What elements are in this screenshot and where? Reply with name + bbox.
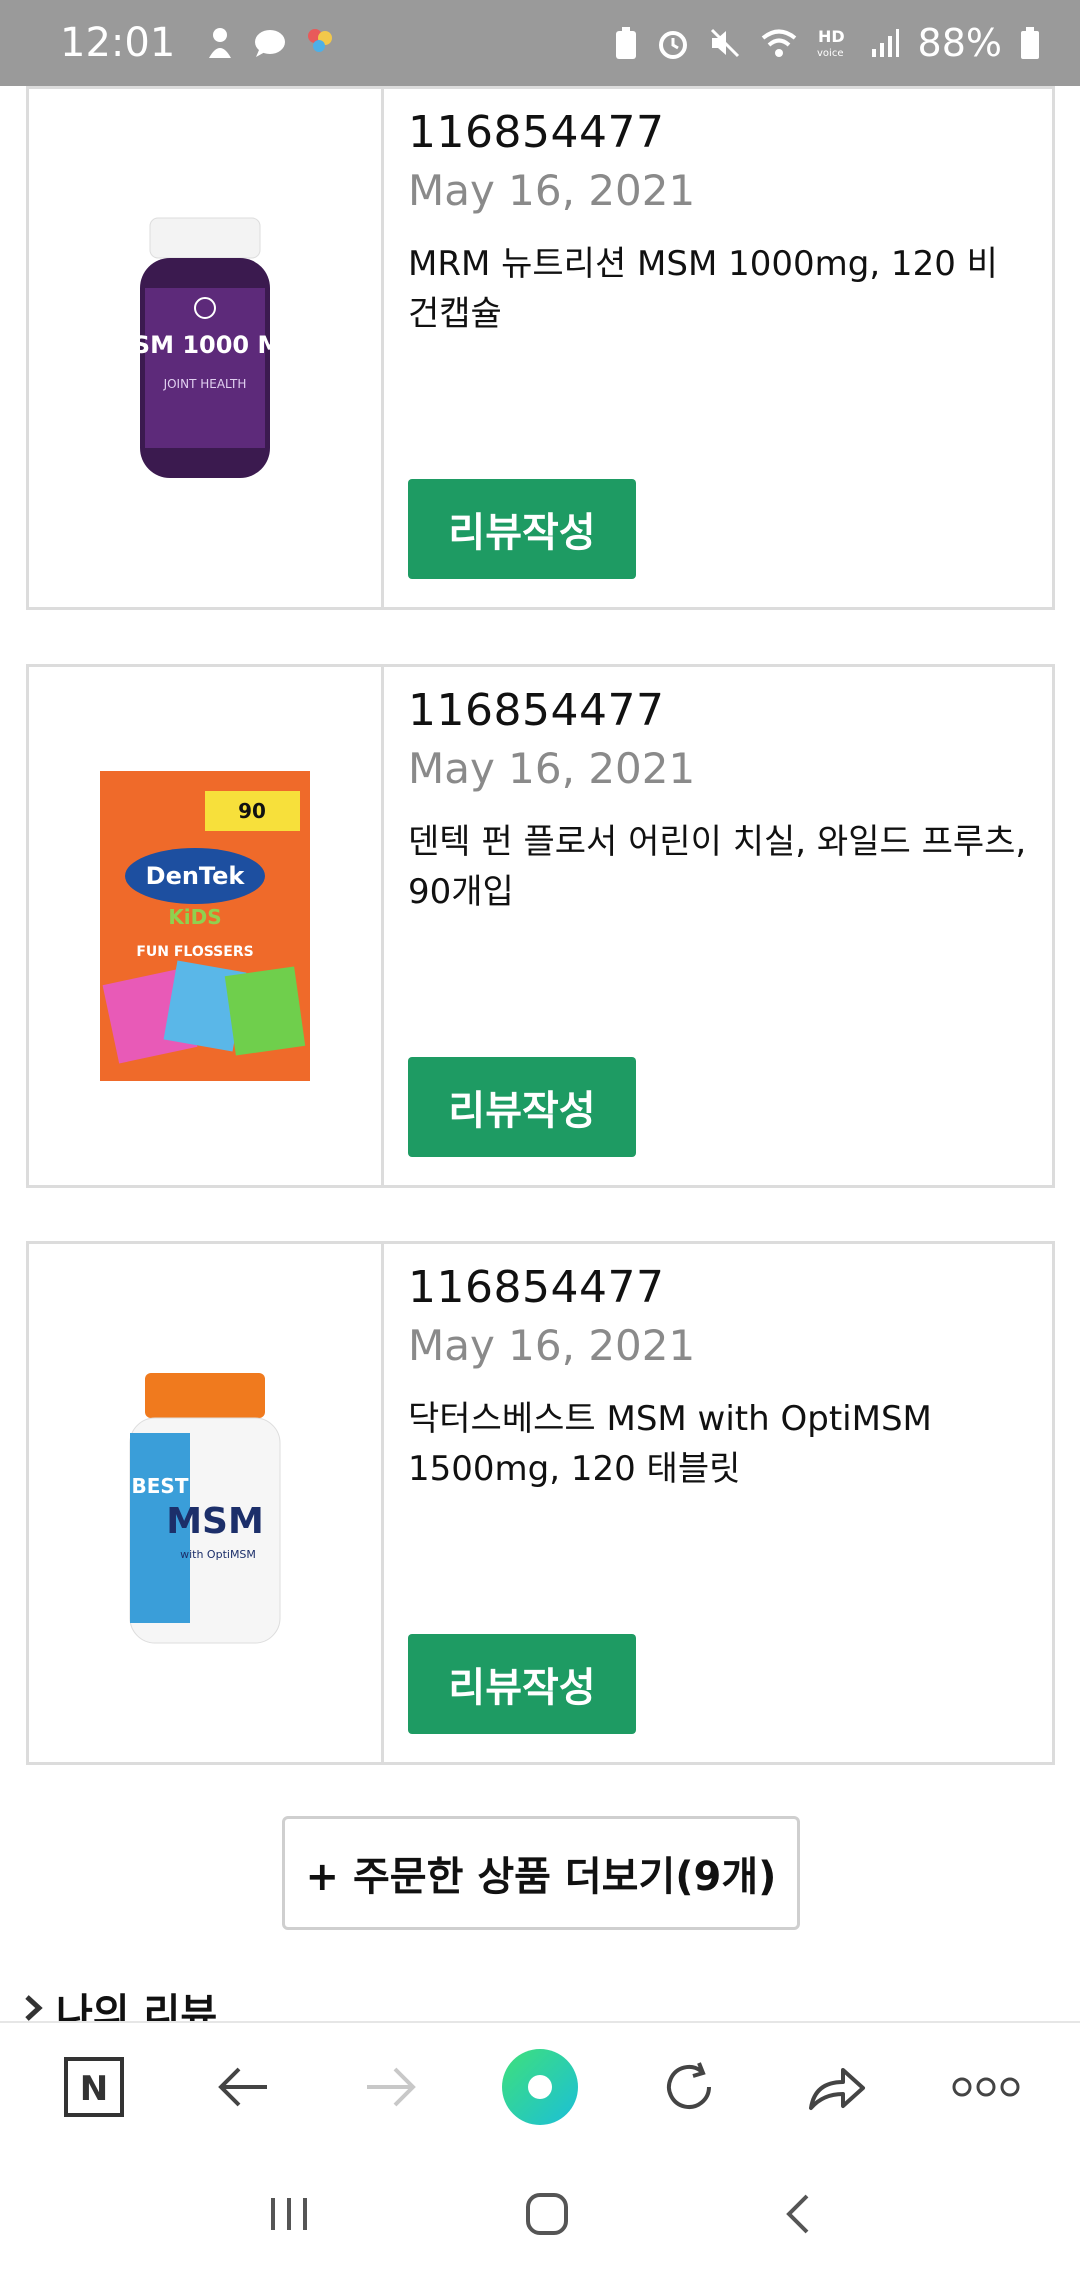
section-title: 나의 리뷰 (56, 1991, 218, 2021)
naver-n-icon[interactable]: N (49, 2042, 139, 2132)
order-card: MSM 1000 MG JOINT HEALTH 116854477 May 1… (26, 86, 1055, 610)
order-date: May 16, 2021 (408, 166, 696, 215)
svg-text:BEST: BEST (132, 1474, 189, 1498)
write-review-button[interactable]: 리뷰작성 (408, 1057, 636, 1157)
product-thumbnail[interactable]: MSM 1000 MG JOINT HEALTH (29, 89, 384, 607)
my-reviews-section[interactable]: 나의 리뷰 (22, 1981, 217, 2021)
recent-apps-icon[interactable] (267, 2194, 311, 2238)
share-icon[interactable] (792, 2042, 882, 2132)
wifi-icon (760, 27, 798, 59)
product-thumbnail[interactable]: 90 DenTek KiDS FUN FLOSSERS (29, 667, 384, 1185)
status-bar: 12:01 HD voice 88% (0, 0, 1080, 86)
chevron-right-icon (22, 1987, 44, 2021)
write-review-button[interactable]: 리뷰작성 (408, 1634, 636, 1734)
forward-arrow-icon[interactable] (346, 2042, 436, 2132)
svg-text:KiDS: KiDS (168, 905, 221, 929)
status-time: 12:01 (60, 20, 176, 66)
svg-text:MSM 1000 MG: MSM 1000 MG (109, 331, 301, 359)
signal-icon (870, 27, 900, 59)
order-number: 116854477 (408, 107, 665, 158)
home-icon[interactable] (524, 2191, 570, 2241)
svg-text:N: N (80, 2069, 108, 2109)
product-name[interactable]: 덴텍 펀 플로서 어린이 치실, 와일드 프루츠, 90개입 (408, 817, 1028, 917)
svg-text:HD: HD (818, 27, 845, 46)
svg-text:with OptiMSM: with OptiMSM (180, 1548, 256, 1561)
svg-text:voice: voice (817, 48, 843, 59)
order-card: 90 DenTek KiDS FUN FLOSSERS 116854477 Ma… (26, 664, 1055, 1188)
more-dots-icon[interactable] (941, 2042, 1031, 2132)
green-dot-icon[interactable] (495, 2042, 585, 2132)
svg-text:MSM: MSM (166, 1501, 264, 1542)
order-card: BEST MSM with OptiMSM 116854477 May 16, … (26, 1241, 1055, 1765)
doctors-best-bottle-image: BEST MSM with OptiMSM (129, 1373, 281, 1644)
svg-text:FUN FLOSSERS: FUN FLOSSERS (136, 944, 253, 960)
alarm-icon (656, 26, 690, 60)
more-orders-button[interactable]: + 주문한 상품 더보기(9개) (282, 1816, 800, 1930)
hd-voice-icon: HD voice (816, 26, 852, 60)
svg-text:DenTek: DenTek (146, 862, 246, 890)
system-nav-bar (0, 2151, 1080, 2280)
mute-icon (708, 26, 742, 60)
order-date: May 16, 2021 (408, 1321, 696, 1370)
back-arrow-icon[interactable] (198, 2042, 288, 2132)
product-thumbnail[interactable]: BEST MSM with OptiMSM (29, 1244, 384, 1762)
browser-toolbar: N (0, 2021, 1080, 2151)
product-name[interactable]: MRM 뉴트리션 MSM 1000mg, 120 비건캡슐 (408, 239, 1028, 339)
svg-text:90: 90 (238, 799, 266, 823)
balloon-icon (305, 26, 335, 60)
battery-saver-icon (614, 26, 638, 60)
order-number: 116854477 (408, 685, 665, 736)
order-date: May 16, 2021 (408, 744, 696, 793)
write-review-button[interactable]: 리뷰작성 (408, 479, 636, 579)
product-name[interactable]: 닥터스베스트 MSM with OptiMSM 1500mg, 120 태블릿 (408, 1394, 1028, 1494)
order-list: MSM 1000 MG JOINT HEALTH 116854477 May 1… (0, 86, 1080, 2021)
dentek-package-image: 90 DenTek KiDS FUN FLOSSERS (100, 771, 310, 1081)
refresh-icon[interactable] (644, 2042, 734, 2132)
baby-icon (205, 26, 235, 60)
battery-icon (1020, 26, 1040, 60)
battery-percent: 88% (917, 21, 1002, 65)
msm-bottle-image: MSM 1000 MG JOINT HEALTH (109, 217, 301, 478)
order-number: 116854477 (408, 1262, 665, 1313)
svg-text:JOINT HEALTH: JOINT HEALTH (163, 377, 247, 391)
chat-bubble-icon (253, 28, 287, 58)
back-nav-icon[interactable] (783, 2192, 813, 2240)
